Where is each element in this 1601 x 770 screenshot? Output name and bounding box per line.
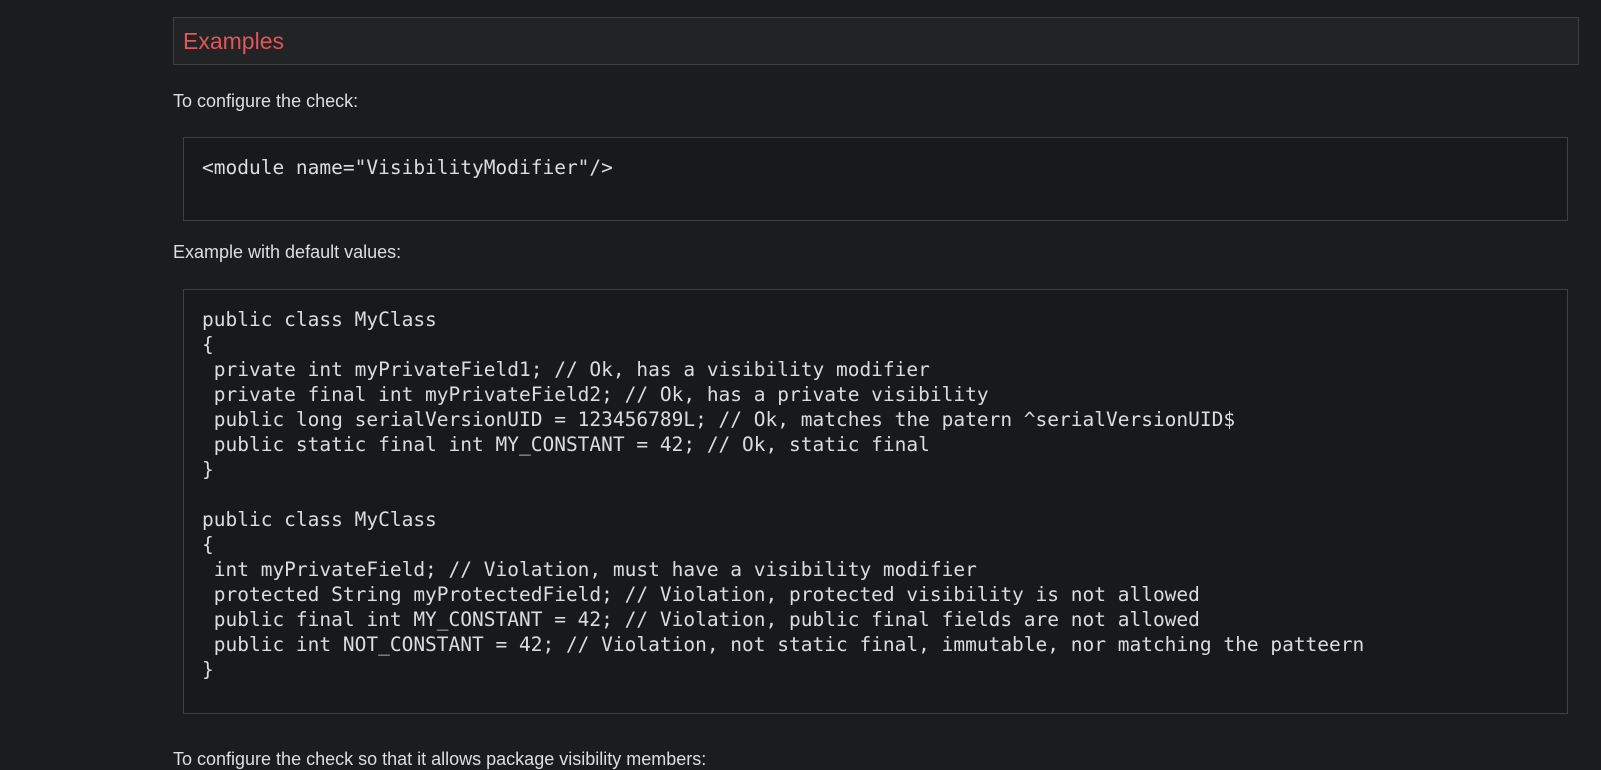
example-code-block: public class MyClass { private int myPri… [183,289,1568,714]
examples-section: Examples To configure the check: <module… [173,17,1579,769]
next-paragraph: To configure the check so that it allows… [173,749,707,769]
example-default-paragraph: Example with default values: [173,242,402,262]
section-title: Examples [183,27,284,54]
configure-paragraph: To configure the check: [173,91,359,111]
config-code: <module name="VisibilityModifier"/> [202,156,613,179]
config-code-block: <module name="VisibilityModifier"/> [183,137,1568,221]
example-code: public class MyClass { private int myPri… [202,308,1365,681]
section-header: Examples [173,17,1579,65]
